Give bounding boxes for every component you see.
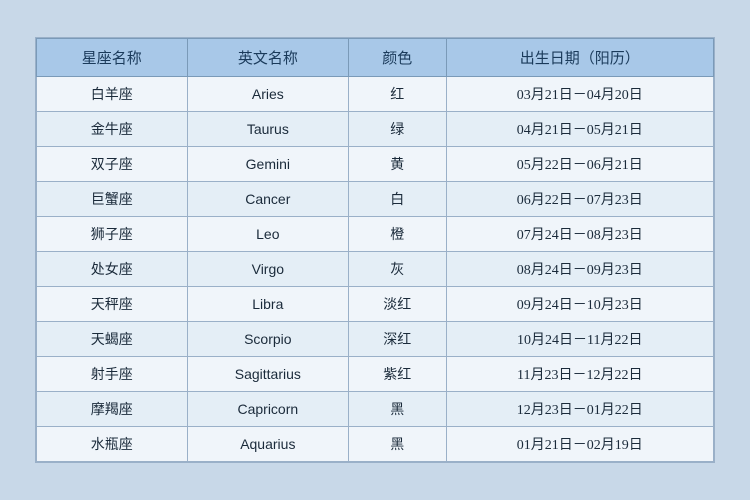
cell-english-name: Leo (187, 217, 348, 252)
cell-english-name: Libra (187, 287, 348, 322)
zodiac-table-container: 星座名称 英文名称 颜色 出生日期（阳历） 白羊座Aries红03月21日－04… (35, 37, 715, 463)
cell-chinese-name: 摩羯座 (37, 392, 188, 427)
header-chinese-name: 星座名称 (37, 39, 188, 77)
cell-color: 灰 (349, 252, 446, 287)
table-body: 白羊座Aries红03月21日－04月20日金牛座Taurus绿04月21日－0… (37, 77, 714, 462)
cell-color: 黑 (349, 392, 446, 427)
table-row: 双子座Gemini黄05月22日－06月21日 (37, 147, 714, 182)
cell-chinese-name: 处女座 (37, 252, 188, 287)
header-color: 颜色 (349, 39, 446, 77)
table-row: 狮子座Leo橙07月24日－08月23日 (37, 217, 714, 252)
cell-chinese-name: 金牛座 (37, 112, 188, 147)
cell-chinese-name: 巨蟹座 (37, 182, 188, 217)
header-english-name: 英文名称 (187, 39, 348, 77)
table-header-row: 星座名称 英文名称 颜色 出生日期（阳历） (37, 39, 714, 77)
cell-date: 04月21日－05月21日 (446, 112, 713, 147)
cell-date: 12月23日－01月22日 (446, 392, 713, 427)
table-row: 金牛座Taurus绿04月21日－05月21日 (37, 112, 714, 147)
cell-date: 09月24日－10月23日 (446, 287, 713, 322)
cell-color: 橙 (349, 217, 446, 252)
table-row: 射手座Sagittarius紫红11月23日－12月22日 (37, 357, 714, 392)
cell-color: 红 (349, 77, 446, 112)
table-row: 水瓶座Aquarius黑01月21日－02月19日 (37, 427, 714, 462)
cell-english-name: Taurus (187, 112, 348, 147)
zodiac-table: 星座名称 英文名称 颜色 出生日期（阳历） 白羊座Aries红03月21日－04… (36, 38, 714, 462)
cell-english-name: Sagittarius (187, 357, 348, 392)
cell-chinese-name: 天秤座 (37, 287, 188, 322)
cell-color: 黄 (349, 147, 446, 182)
cell-chinese-name: 白羊座 (37, 77, 188, 112)
cell-color: 深红 (349, 322, 446, 357)
cell-english-name: Gemini (187, 147, 348, 182)
cell-color: 黑 (349, 427, 446, 462)
cell-color: 绿 (349, 112, 446, 147)
cell-chinese-name: 水瓶座 (37, 427, 188, 462)
cell-english-name: Aquarius (187, 427, 348, 462)
cell-date: 07月24日－08月23日 (446, 217, 713, 252)
cell-english-name: Cancer (187, 182, 348, 217)
cell-date: 03月21日－04月20日 (446, 77, 713, 112)
cell-date: 05月22日－06月21日 (446, 147, 713, 182)
table-row: 白羊座Aries红03月21日－04月20日 (37, 77, 714, 112)
table-row: 巨蟹座Cancer白06月22日－07月23日 (37, 182, 714, 217)
cell-date: 01月21日－02月19日 (446, 427, 713, 462)
cell-color: 紫红 (349, 357, 446, 392)
cell-english-name: Scorpio (187, 322, 348, 357)
table-row: 处女座Virgo灰08月24日－09月23日 (37, 252, 714, 287)
cell-chinese-name: 狮子座 (37, 217, 188, 252)
cell-date: 06月22日－07月23日 (446, 182, 713, 217)
cell-date: 11月23日－12月22日 (446, 357, 713, 392)
cell-date: 08月24日－09月23日 (446, 252, 713, 287)
cell-english-name: Capricorn (187, 392, 348, 427)
cell-english-name: Virgo (187, 252, 348, 287)
cell-color: 淡红 (349, 287, 446, 322)
cell-chinese-name: 双子座 (37, 147, 188, 182)
cell-date: 10月24日－11月22日 (446, 322, 713, 357)
cell-chinese-name: 射手座 (37, 357, 188, 392)
table-row: 天秤座Libra淡红09月24日－10月23日 (37, 287, 714, 322)
cell-chinese-name: 天蝎座 (37, 322, 188, 357)
table-row: 天蝎座Scorpio深红10月24日－11月22日 (37, 322, 714, 357)
header-date: 出生日期（阳历） (446, 39, 713, 77)
cell-color: 白 (349, 182, 446, 217)
table-row: 摩羯座Capricorn黑12月23日－01月22日 (37, 392, 714, 427)
cell-english-name: Aries (187, 77, 348, 112)
